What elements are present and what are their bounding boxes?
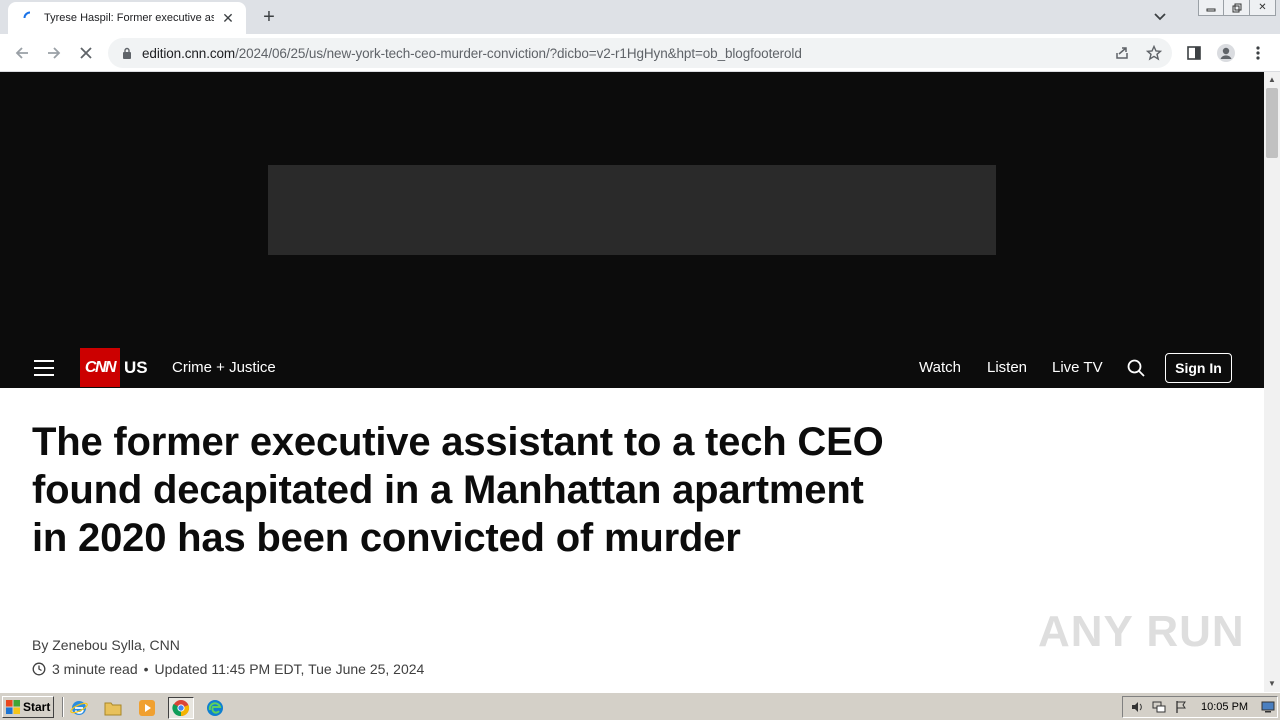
read-time: 3 minute read	[52, 661, 138, 677]
edge-icon[interactable]	[204, 697, 226, 719]
share-icon[interactable]	[1112, 43, 1132, 63]
article-meta: 3 minute read • Updated 11:45 PM EDT, Tu…	[32, 661, 424, 677]
section-link-us[interactable]: US	[124, 358, 148, 378]
system-tray: 10:05 PM	[1122, 696, 1278, 718]
close-icon[interactable]: ✕	[220, 10, 236, 26]
window-controls: ✕	[1198, 0, 1276, 18]
hamburger-menu-icon[interactable]	[34, 360, 54, 376]
tab-title: Tyrese Haspil: Former executive assistan…	[44, 12, 214, 24]
page-viewport: CNN US Crime + Justice Watch Listen Live…	[0, 72, 1264, 692]
windows-taskbar: Start 10:05 PM	[0, 692, 1280, 720]
volume-icon[interactable]	[1129, 699, 1145, 715]
clock-icon	[32, 662, 46, 676]
restore-button[interactable]	[1224, 0, 1250, 16]
browser-toolbar: edition.cnn.com/2024/06/25/us/new-york-t…	[0, 34, 1280, 72]
network-icon[interactable]	[1151, 699, 1167, 715]
nav-link-watch[interactable]: Watch	[919, 359, 961, 376]
loading-spinner-icon	[22, 10, 38, 26]
updated-timestamp: Updated 11:45 PM EDT, Tue June 25, 2024	[154, 661, 425, 677]
nav-link-live-tv[interactable]: Live TV	[1052, 359, 1103, 376]
browser-tab[interactable]: Tyrese Haspil: Former executive assistan…	[8, 2, 246, 34]
sign-in-button[interactable]: Sign In	[1165, 353, 1232, 383]
back-arrow-icon[interactable]	[10, 41, 34, 65]
show-desktop-icon[interactable]	[1260, 699, 1276, 715]
start-button[interactable]: Start	[2, 696, 54, 718]
stop-loading-icon[interactable]	[74, 41, 98, 65]
media-player-icon[interactable]	[136, 697, 158, 719]
url-text[interactable]: edition.cnn.com/2024/06/25/us/new-york-t…	[142, 46, 802, 61]
ad-slot[interactable]	[268, 165, 996, 255]
meta-separator: •	[143, 661, 149, 677]
search-icon[interactable]	[1126, 358, 1146, 378]
file-explorer-icon[interactable]	[102, 697, 124, 719]
address-bar[interactable]: edition.cnn.com/2024/06/25/us/new-york-t…	[108, 38, 1172, 68]
windows-flag-icon	[6, 700, 20, 714]
tab-strip: Tyrese Haspil: Former executive assistan…	[0, 0, 1280, 34]
minimize-button[interactable]	[1198, 0, 1224, 16]
close-window-button[interactable]: ✕	[1250, 0, 1276, 16]
ad-banner-area	[0, 72, 1264, 348]
subsection-link-crime-justice[interactable]: Crime + Justice	[172, 359, 276, 376]
scroll-down-arrow-icon[interactable]: ▼	[1264, 676, 1280, 692]
taskbar-clock[interactable]: 10:05 PM	[1201, 701, 1248, 713]
forward-arrow-icon[interactable]	[42, 41, 66, 65]
article-headline: The former executive assistant to a tech…	[32, 420, 884, 560]
side-panel-icon[interactable]	[1184, 43, 1204, 63]
kebab-menu-icon[interactable]	[1248, 43, 1268, 63]
scroll-up-arrow-icon[interactable]: ▲	[1264, 72, 1280, 88]
cnn-logo[interactable]: CNN	[80, 348, 120, 387]
taskbar-separator	[62, 697, 64, 717]
chrome-taskbar-icon[interactable]	[168, 697, 194, 719]
page-scrollbar[interactable]: ▲ ▼	[1264, 72, 1280, 692]
anyrun-watermark: ANY RUN	[1038, 607, 1245, 656]
nav-link-listen[interactable]: Listen	[987, 359, 1027, 376]
new-tab-button[interactable]: +	[258, 6, 280, 28]
profile-avatar-icon[interactable]	[1216, 43, 1236, 63]
action-center-flag-icon[interactable]	[1173, 699, 1189, 715]
tab-search-chevron-icon[interactable]	[1150, 7, 1170, 27]
cnn-header-nav: CNN US Crime + Justice Watch Listen Live…	[0, 348, 1264, 388]
bookmark-star-icon[interactable]	[1144, 43, 1164, 63]
internet-explorer-icon[interactable]	[68, 697, 90, 719]
start-label: Start	[23, 700, 51, 714]
lock-icon[interactable]	[120, 46, 134, 60]
scroll-thumb[interactable]	[1266, 88, 1278, 158]
article-byline[interactable]: By Zenebou Sylla, CNN	[32, 637, 180, 653]
